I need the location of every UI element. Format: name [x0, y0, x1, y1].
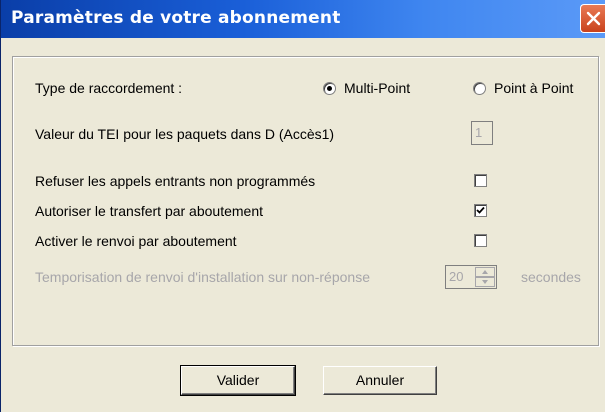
cancel-button[interactable]: Annuler: [323, 366, 437, 395]
settings-group: [12, 56, 599, 346]
timer-unit: secondes: [521, 269, 581, 285]
spin-up-icon: [482, 270, 488, 274]
settings-dialog: Paramètres de votre abonnement Type de r…: [0, 0, 605, 412]
refuse-calls-label: Refuser les appels entrants non programm…: [35, 173, 316, 189]
timer-label: Temporisation de renvoi d'installation s…: [35, 269, 370, 285]
close-icon: [586, 11, 601, 26]
spin-up-button[interactable]: [475, 267, 495, 277]
close-button[interactable]: [580, 4, 605, 33]
radio-multi-point[interactable]: [323, 82, 336, 95]
validate-button[interactable]: Valider: [180, 365, 296, 396]
title-bar[interactable]: Paramètres de votre abonnement: [1, 0, 605, 38]
checkmark-icon: [476, 206, 485, 214]
spin-down-button[interactable]: [475, 277, 495, 287]
radio-multi-point-label[interactable]: Multi-Point: [344, 80, 410, 96]
radio-point-to-point[interactable]: [473, 82, 486, 95]
timer-value[interactable]: 20: [449, 269, 463, 284]
refuse-calls-checkbox[interactable]: [474, 174, 487, 187]
enable-forwarding-label: Activer le renvoi par aboutement: [35, 233, 237, 249]
timer-spin-arrows: [475, 267, 495, 287]
tei-label: Valeur du TEI pour les paquets dans D (A…: [35, 126, 335, 142]
dialog-title: Paramètres de votre abonnement: [11, 8, 341, 28]
radio-point-to-point-label[interactable]: Point à Point: [494, 80, 573, 96]
connection-type-label: Type de raccordement :: [35, 80, 183, 96]
allow-transfer-label: Autoriser le transfert par aboutement: [35, 203, 264, 219]
radio-dot: [327, 86, 332, 91]
timer-spinner[interactable]: 20: [445, 265, 497, 289]
enable-forwarding-checkbox[interactable]: [474, 234, 487, 247]
tei-input[interactable]: 1: [471, 121, 493, 145]
allow-transfer-checkbox[interactable]: [474, 204, 487, 217]
spin-down-icon: [482, 280, 488, 284]
